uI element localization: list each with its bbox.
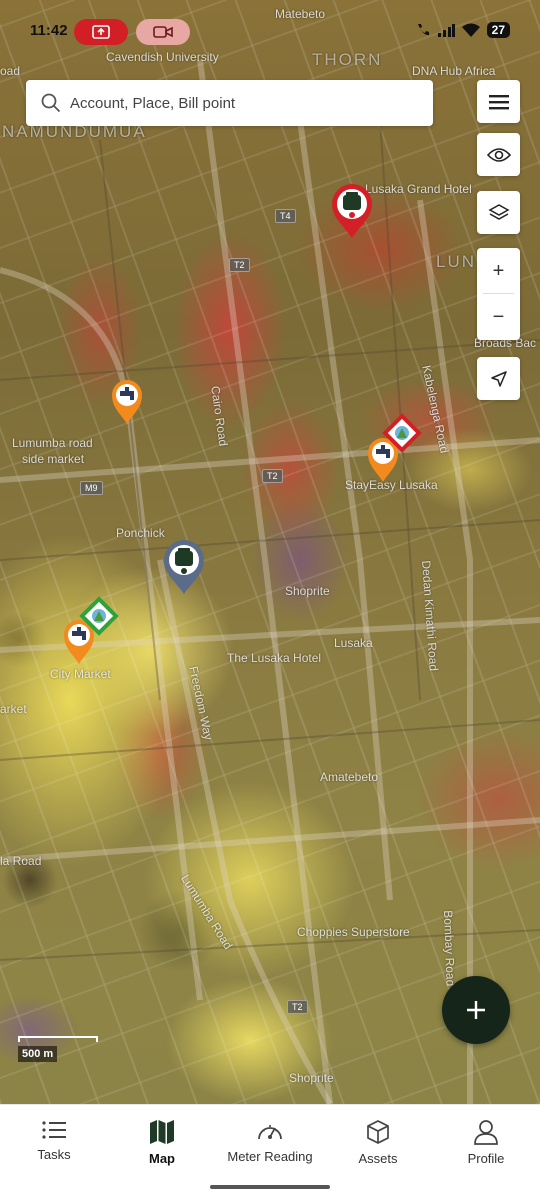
menu-icon (488, 94, 509, 109)
scale-bar (18, 1036, 98, 1042)
navigation-icon (490, 370, 507, 387)
map-label-shoprite: Shoprite (285, 584, 330, 598)
map-label-ponchick: Ponchick (116, 526, 165, 540)
wifi-icon (461, 23, 480, 37)
add-fab-button[interactable] (442, 976, 510, 1044)
nav-item-tasks[interactable]: Tasks (0, 1119, 108, 1162)
visibility-button[interactable] (477, 133, 520, 176)
map-label-shoprite-2: Shoprite (289, 1071, 334, 1085)
customer-diamond-red[interactable] (379, 410, 425, 456)
search-input[interactable]: Account, Place, Bill point (70, 95, 235, 112)
customer-diamond-green[interactable] (76, 593, 122, 639)
battery-icon: 27 (486, 22, 510, 38)
nav-item-assets[interactable]: Assets (324, 1119, 432, 1166)
road-shield: T2 (287, 1000, 308, 1014)
road-shield: T4 (275, 209, 296, 223)
map-label-lumumba-market: Lumumba road (12, 436, 93, 450)
eye-icon (486, 147, 511, 162)
system-icons: 27 (415, 22, 510, 38)
nav-item-meter-reading[interactable]: Meter Reading (216, 1119, 324, 1164)
cube-icon (367, 1120, 389, 1144)
nav-label: Map (149, 1151, 175, 1166)
zoom-controls: + − (477, 248, 520, 340)
map-label-choppies: Choppies Superstore (297, 925, 410, 939)
person-icon (474, 1120, 498, 1145)
zoom-out-button[interactable]: − (477, 294, 520, 340)
video-call-icon[interactable] (136, 19, 190, 45)
map-label-lun: LUN (436, 252, 477, 271)
wifi-calling-icon (417, 24, 429, 36)
map-view[interactable]: Matebeto Cavendish University THORN DNA … (0, 0, 540, 1104)
map-label-la-road: la Road (0, 854, 42, 868)
locate-button[interactable] (477, 357, 520, 400)
map-label-lusaka: Lusaka (334, 636, 373, 650)
zoom-in-button[interactable]: + (477, 248, 520, 294)
plus-icon (467, 1001, 485, 1019)
map-label-amatebeto: Amatebeto (320, 770, 379, 784)
search-bar[interactable]: Account, Place, Bill point (26, 80, 433, 126)
nav-label: Assets (358, 1151, 398, 1166)
menu-button[interactable] (477, 80, 520, 123)
app-screen: Matebeto Cavendish University THORN DNA … (0, 0, 540, 1200)
map-label-dna-hub: DNA Hub Africa (412, 64, 496, 78)
meter-pin-red[interactable] (330, 182, 374, 240)
map-label-lusaka-hotel: The Lusaka Hotel (227, 651, 322, 665)
nav-item-map[interactable]: Map (108, 1119, 216, 1166)
map-label-road-top: oad (0, 64, 21, 78)
map-label-lusaka-grand: Lusaka Grand Hotel (365, 182, 472, 196)
search-icon (40, 92, 62, 114)
map-label-bombay: Bombay Road (441, 910, 458, 987)
status-time: 11:42 (30, 22, 68, 39)
nav-label: Meter Reading (227, 1149, 313, 1164)
road-shield: M9 (80, 481, 103, 495)
layers-button[interactable] (477, 191, 520, 234)
gauge-icon (258, 1125, 282, 1140)
scale-label: 500 m (18, 1046, 58, 1062)
meter-pin-grey[interactable] (162, 538, 206, 596)
nav-label: Profile (467, 1151, 505, 1166)
water-tap-pin[interactable] (110, 378, 144, 426)
home-indicator[interactable] (210, 1185, 330, 1189)
map-scale: 500 m (18, 1036, 98, 1062)
road-shield: T2 (229, 258, 250, 272)
road-shield: T2 (262, 469, 283, 483)
signal-icon (437, 24, 455, 37)
map-label-city-market: City Market (50, 667, 111, 681)
road-network (0, 59, 540, 1104)
status-bar: 11:42 27 (0, 0, 540, 62)
map-label-lumumba-market-2: side market (22, 452, 85, 466)
nav-item-profile[interactable]: Profile (432, 1119, 540, 1166)
screen-share-icon[interactable] (74, 19, 128, 45)
layers-icon (487, 203, 510, 220)
map-label-arket: arket (0, 702, 27, 716)
nav-label: Tasks (37, 1147, 71, 1162)
map-icon (150, 1120, 174, 1144)
list-icon (42, 1121, 66, 1139)
